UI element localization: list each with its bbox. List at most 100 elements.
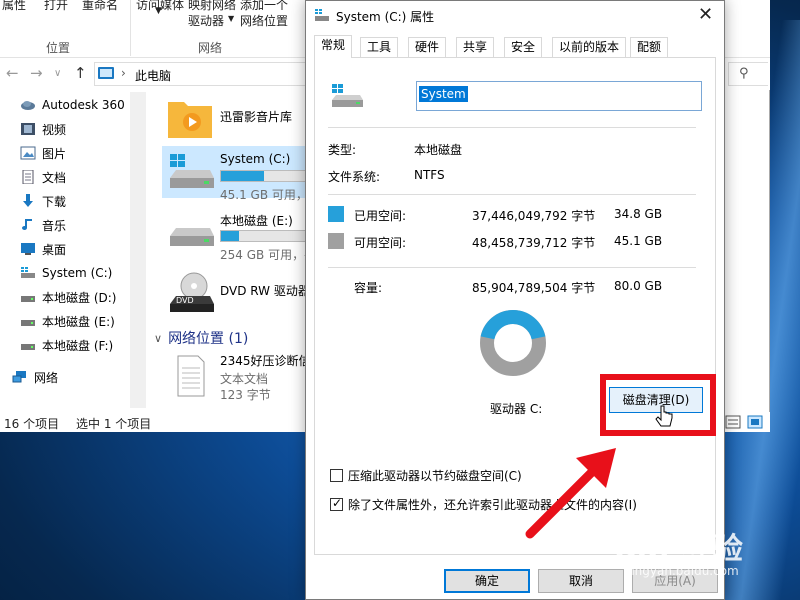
system-drive-icon: [21, 267, 35, 278]
close-icon[interactable]: ✕: [698, 4, 713, 25]
navigation-pane: Autodesk 360 视频 图片 文档 下载 音乐 桌面 System (C…: [0, 92, 146, 408]
tab-quota[interactable]: 配额: [630, 37, 669, 57]
item-size: 123 字节: [220, 388, 271, 402]
sidebar-item-label: 图片: [42, 146, 67, 161]
used-space-label: 已用空间:: [354, 209, 407, 223]
sidebar-item-label: 网络: [34, 370, 59, 385]
recent-chevron-icon[interactable]: ∨: [54, 68, 61, 79]
chevron-down-icon: ∨: [154, 331, 163, 345]
item-name: 本地磁盘 (E:): [220, 214, 293, 228]
free-space-swatch: [328, 233, 344, 249]
drive-letter-label: 驱动器 C:: [490, 402, 543, 416]
list-item-xunlei-library[interactable]: 迅雷影音片库: [162, 92, 306, 144]
sidebar-item-autodesk-360[interactable]: Autodesk 360: [20, 94, 125, 116]
item-name: System (C:): [220, 152, 291, 166]
list-item-system-c[interactable]: System (C:) 45.1 GB 可用，: [162, 146, 306, 202]
type-label: 类型:: [328, 143, 357, 157]
used-space-swatch: [328, 206, 344, 222]
watermark-logo: Bai 经验: [614, 532, 744, 567]
sidebar-item-pictures[interactable]: 图片: [20, 142, 66, 164]
index-label: 除了文件属性外，还允许索引此驱动器上文件的内容(I): [348, 498, 637, 512]
divider: [328, 267, 696, 268]
sidebar-item-videos[interactable]: 视频: [20, 118, 66, 140]
address-input[interactable]: › 此电脑: [94, 62, 314, 86]
cloud-icon: [21, 101, 35, 110]
sidebar-item-local-disk-d[interactable]: 本地磁盘 (D:): [20, 286, 116, 308]
sidebar-item-music[interactable]: 音乐: [20, 214, 66, 236]
sidebar-item-label: 本地磁盘 (F:): [42, 338, 114, 353]
item-count: 16 个项目: [4, 417, 60, 431]
sidebar-item-network[interactable]: 网络: [12, 366, 58, 388]
sidebar-item-documents[interactable]: 文档: [20, 166, 66, 188]
tab-sharing[interactable]: 共享: [456, 37, 495, 57]
item-name: 迅雷影音片库: [220, 110, 293, 124]
list-item-local-disk-e[interactable]: 本地磁盘 (E:) 254 GB 可用，共: [162, 206, 306, 262]
item-name: DVD RW 驱动器: [220, 284, 306, 298]
documents-icon: [22, 170, 34, 184]
capacity-gb: 80.0 GB: [614, 279, 663, 293]
folder-video-icon: [168, 102, 212, 138]
drive-usage-fill: [221, 171, 264, 181]
back-arrow-icon[interactable]: ←: [6, 64, 19, 82]
divider: [328, 194, 696, 195]
drive-icon: [170, 228, 214, 246]
ok-button[interactable]: 确定: [444, 569, 530, 593]
navigation-scrollbar[interactable]: [130, 92, 146, 408]
add-network-location-line2[interactable]: 网络位置: [240, 12, 288, 29]
free-space-bytes: 48,458,739,712 字节: [472, 236, 596, 250]
up-arrow-icon[interactable]: ↑: [74, 64, 87, 82]
tab-security[interactable]: 安全: [504, 37, 543, 57]
open-button[interactable]: 打开: [44, 0, 68, 13]
network-locations-group[interactable]: ∨ 网络位置 (1): [154, 328, 248, 348]
sidebar-item-local-disk-e[interactable]: 本地磁盘 (E:): [20, 310, 115, 332]
sidebar-item-local-disk-f[interactable]: 本地磁盘 (F:): [20, 334, 113, 356]
view-toggle-icons[interactable]: [724, 415, 768, 429]
tab-previous-versions[interactable]: 以前的版本: [552, 37, 627, 57]
tab-hardware[interactable]: 硬件: [408, 37, 447, 57]
sidebar-item-label: System (C:): [42, 266, 113, 280]
drive-icon: [21, 320, 35, 326]
breadcrumb-chevron-icon[interactable]: ›: [121, 66, 126, 80]
forward-arrow-icon[interactable]: →: [30, 64, 43, 82]
free-space-label: 可用空间:: [354, 236, 407, 250]
tab-tools[interactable]: 工具: [360, 37, 399, 57]
used-space-bytes: 37,446,049,792 字节: [472, 209, 596, 223]
map-drive-button-line2[interactable]: 驱动器: [188, 12, 224, 29]
network-icon: [12, 371, 26, 383]
search-input[interactable]: ⚲: [728, 62, 768, 86]
sidebar-item-system-c[interactable]: System (C:): [20, 262, 112, 284]
sidebar-item-downloads[interactable]: 下载: [20, 190, 66, 212]
list-item-dvd-drive[interactable]: DVD DVD RW 驱动器: [162, 266, 306, 318]
svg-text:DVD: DVD: [176, 296, 194, 305]
system-drive-icon: [332, 84, 363, 107]
compress-checkbox[interactable]: [330, 469, 343, 482]
group-label: 网络位置 (1): [168, 331, 249, 347]
filesystem-label: 文件系统:: [328, 170, 381, 184]
dialog-title-bar[interactable]: System (C:) 属性 ✕: [306, 1, 724, 31]
check-icon: ✓: [332, 496, 343, 510]
location-group-label: 位置: [46, 41, 71, 55]
drive-name-input[interactable]: System: [416, 81, 702, 111]
disk-usage-donut-chart: [480, 310, 546, 376]
desktop-icon: [21, 243, 35, 255]
sidebar-item-label: 本地磁盘 (D:): [42, 290, 117, 305]
download-icon: [23, 194, 33, 207]
cancel-button[interactable]: 取消: [538, 569, 624, 593]
tab-general[interactable]: 常规: [314, 35, 353, 58]
capacity-bytes: 85,904,789,504 字节: [472, 281, 596, 295]
chevron-down-icon: ▼: [228, 14, 235, 23]
item-free-space: 254 GB 可用，共: [220, 248, 306, 262]
dialog-title: System (C:) 属性: [336, 10, 435, 24]
breadcrumb-this-pc[interactable]: 此电脑: [135, 67, 171, 84]
sidebar-item-desktop[interactable]: 桌面: [20, 238, 66, 260]
properties-button[interactable]: 属性: [2, 0, 26, 13]
used-space-gb: 34.8 GB: [614, 207, 663, 221]
rename-button[interactable]: 重命名: [82, 0, 118, 13]
filesystem-value: NTFS: [414, 168, 445, 182]
item-free-space: 45.1 GB 可用，: [220, 188, 306, 202]
item-name: 2345好压诊断信: [220, 354, 306, 368]
list-item-text-document[interactable]: 2345好压诊断信 文本文档 123 字节: [162, 350, 306, 402]
index-checkbox[interactable]: ✓: [330, 496, 343, 511]
divider: [328, 127, 696, 128]
capacity-label: 容量:: [354, 281, 383, 295]
